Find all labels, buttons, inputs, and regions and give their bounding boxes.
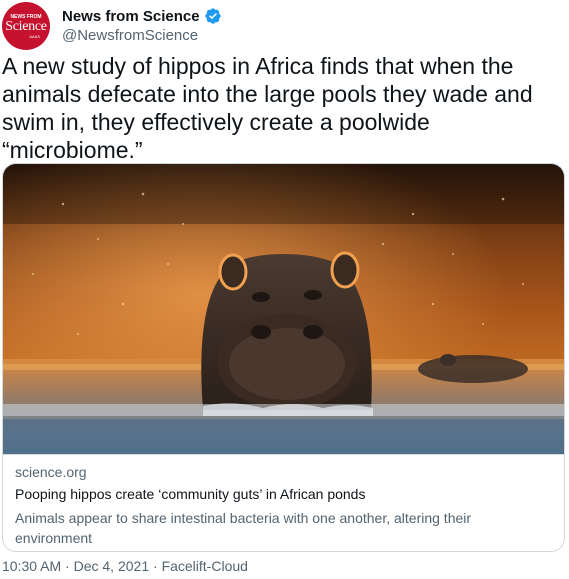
author-name-row: News from Science	[62, 6, 222, 26]
author-handle[interactable]: @NewsfromScience	[62, 27, 198, 44]
card-image	[3, 164, 564, 454]
tweet-time[interactable]: 10:30 AM	[2, 558, 61, 574]
tweet-date[interactable]: Dec 4, 2021	[74, 558, 150, 574]
tweet-footer: 10:30 AM · Dec 4, 2021 · Facelift-Cloud	[2, 558, 248, 574]
card-description: Animals appear to share intestinal bacte…	[15, 510, 472, 546]
link-card[interactable]: science.org Pooping hippos create ‘commu…	[2, 163, 565, 552]
avatar-logo-text: Science	[5, 19, 47, 34]
card-title[interactable]: Pooping hippos create ‘community guts’ i…	[15, 486, 365, 502]
tweet-source[interactable]: Facelift-Cloud	[162, 558, 248, 574]
separator: ·	[61, 558, 74, 574]
avatar[interactable]: NEWS FROM Science AAAS	[2, 2, 50, 50]
tweet-text: A new study of hippos in Africa finds th…	[2, 53, 533, 163]
verified-badge-icon	[204, 8, 221, 24]
tweet: NEWS FROM Science AAAS News from Science…	[0, 0, 569, 579]
separator: ·	[149, 558, 162, 574]
display-name[interactable]: News from Science	[62, 8, 200, 25]
card-domain: science.org	[15, 464, 87, 480]
card-meta: science.org Pooping hippos create ‘commu…	[3, 454, 564, 551]
avatar-bottom-text: AAAS	[29, 34, 40, 39]
